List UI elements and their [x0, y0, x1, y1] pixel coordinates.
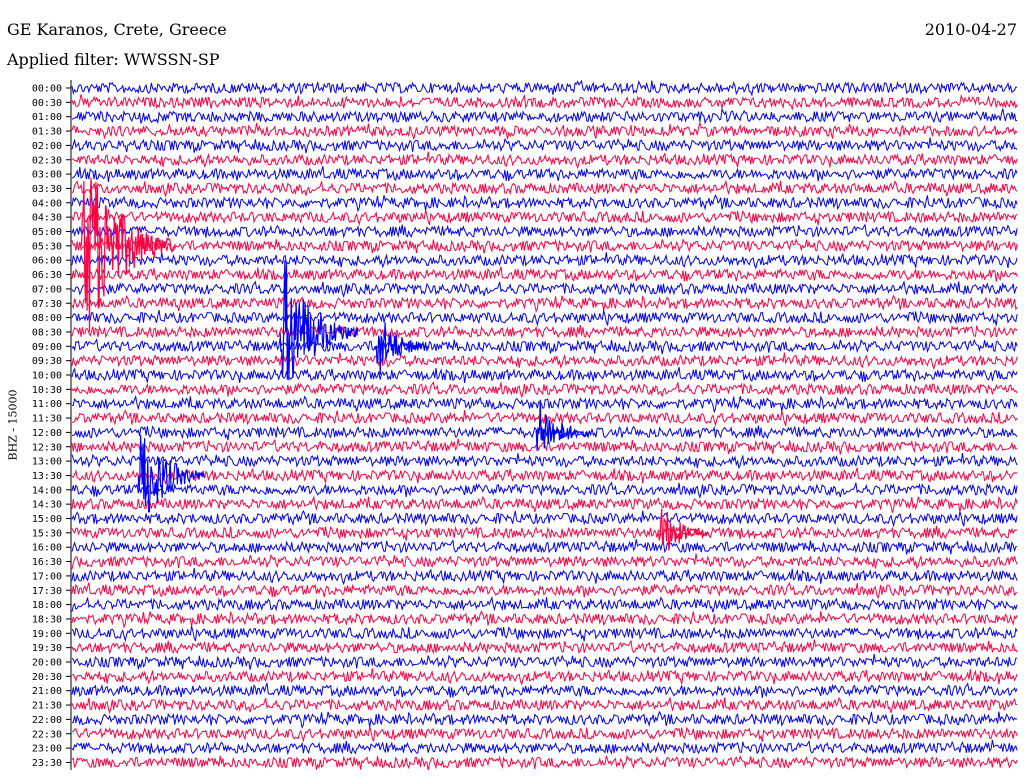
trace-line — [71, 626, 1018, 643]
trace-line — [71, 610, 1018, 629]
time-tick-label: 18:00 — [32, 600, 62, 611]
trace-line — [71, 726, 1018, 743]
trace-line — [71, 525, 1018, 541]
trace-line — [71, 166, 1018, 183]
trace-line — [71, 639, 1018, 655]
time-tick-label: 10:00 — [32, 371, 62, 382]
time-tick-label: 08:30 — [32, 327, 62, 338]
time-tick-label: 12:00 — [32, 428, 62, 439]
trace-line — [71, 237, 1018, 254]
trace-line — [71, 481, 1018, 499]
time-tick-label: 01:30 — [32, 127, 62, 138]
time-tick-label: 03:00 — [32, 170, 62, 181]
time-tick-label: 05:00 — [32, 227, 62, 238]
trace-line — [71, 179, 1018, 198]
trace-line — [71, 352, 1018, 371]
time-tick-label: 05:30 — [32, 241, 62, 252]
trace-line — [71, 79, 1018, 97]
trace-line — [71, 553, 1018, 570]
trace-line — [71, 120, 1018, 140]
time-tick-label: 06:00 — [32, 256, 62, 267]
time-tick-label: 04:00 — [32, 198, 62, 209]
time-tick-label: 04:30 — [32, 213, 62, 224]
time-tick-label: 07:30 — [32, 299, 62, 310]
helicorder-plot: 00:00 00:30 01:00 01:30 02:00 02:30 03:00 03:30… — [32, 79, 1018, 771]
time-tick-label: 16:30 — [32, 557, 62, 568]
time-tick-label: 14:00 — [32, 485, 62, 496]
trace-line — [71, 367, 1018, 383]
time-tick-label: 00:30 — [32, 98, 62, 109]
trace-line — [71, 581, 1018, 600]
trace-line — [71, 668, 1018, 686]
time-tick-label: 18:30 — [32, 614, 62, 625]
trace-line — [71, 682, 1018, 698]
trace-line — [71, 137, 1018, 154]
time-tick-label: 11:30 — [32, 414, 62, 425]
trace-line — [72, 151, 1018, 170]
time-tick-label: 17:00 — [32, 571, 62, 582]
trace-line — [71, 324, 1018, 340]
time-tick-label: 09:30 — [32, 356, 62, 367]
trace-line — [71, 309, 1018, 327]
time-tick-label: 13:00 — [32, 457, 62, 468]
trace-line — [71, 223, 1018, 239]
trace-line — [71, 509, 1018, 528]
time-tick-label: 20:30 — [32, 672, 62, 683]
time-tick-label: 21:30 — [32, 701, 62, 712]
trace-line — [71, 280, 1018, 299]
time-tick-label: 06:30 — [32, 270, 62, 281]
trace-line — [71, 539, 1018, 555]
time-tick-label: 12:30 — [32, 442, 62, 453]
time-tick-label: 16:00 — [32, 543, 62, 554]
time-tick-label: 02:30 — [32, 155, 62, 166]
time-tick-label: 22:30 — [32, 729, 62, 740]
seismogram-traces — [71, 79, 1018, 771]
time-tick-label: 21:00 — [32, 686, 62, 697]
trace-line — [71, 495, 1018, 514]
time-ticks: 00:00 00:30 01:00 01:30 02:00 02:30 03:00 03:30… — [32, 84, 71, 769]
time-tick-label: 09:00 — [32, 342, 62, 353]
time-tick-label: 19:00 — [32, 629, 62, 640]
trace-line — [71, 567, 1018, 586]
time-tick-label: 19:30 — [32, 643, 62, 654]
time-tick-label: 15:30 — [32, 528, 62, 539]
trace-line — [71, 654, 1018, 670]
time-tick-label: 00:00 — [32, 84, 62, 95]
trace-line — [71, 754, 1018, 771]
trace-line — [71, 595, 1018, 613]
trace-line — [71, 453, 1018, 470]
trace-line — [71, 710, 1018, 730]
time-tick-label: 11:00 — [32, 399, 62, 410]
time-tick-label: 23:30 — [32, 758, 62, 769]
time-tick-label: 01:00 — [32, 112, 62, 123]
time-tick-label: 14:30 — [32, 500, 62, 511]
time-tick-label: 23:00 — [32, 744, 62, 755]
trace-line — [71, 194, 1018, 213]
trace-line — [71, 209, 1018, 227]
time-tick-label: 20:00 — [32, 658, 62, 669]
trace-line — [71, 252, 1018, 270]
time-tick-label: 07:00 — [32, 284, 62, 295]
trace-line — [71, 266, 1018, 283]
time-tick-label: 10:30 — [32, 385, 62, 396]
time-tick-label: 02:00 — [32, 141, 62, 152]
trace-line — [72, 409, 1018, 428]
trace-line — [71, 696, 1018, 715]
trace-line — [71, 338, 1018, 355]
trace-line — [71, 107, 1018, 125]
trace-line — [71, 467, 1018, 485]
time-tick-label: 17:30 — [32, 586, 62, 597]
trace-line — [71, 394, 1018, 414]
time-tick-label: 15:00 — [32, 514, 62, 525]
trace-line — [71, 381, 1018, 399]
time-tick-label: 03:30 — [32, 184, 62, 195]
trace-line — [71, 294, 1018, 313]
time-tick-label: 13:30 — [32, 471, 62, 482]
time-tick-label: 22:00 — [32, 715, 62, 726]
trace-line — [71, 739, 1018, 756]
trace-line — [71, 93, 1018, 111]
time-tick-label: 08:00 — [32, 313, 62, 324]
